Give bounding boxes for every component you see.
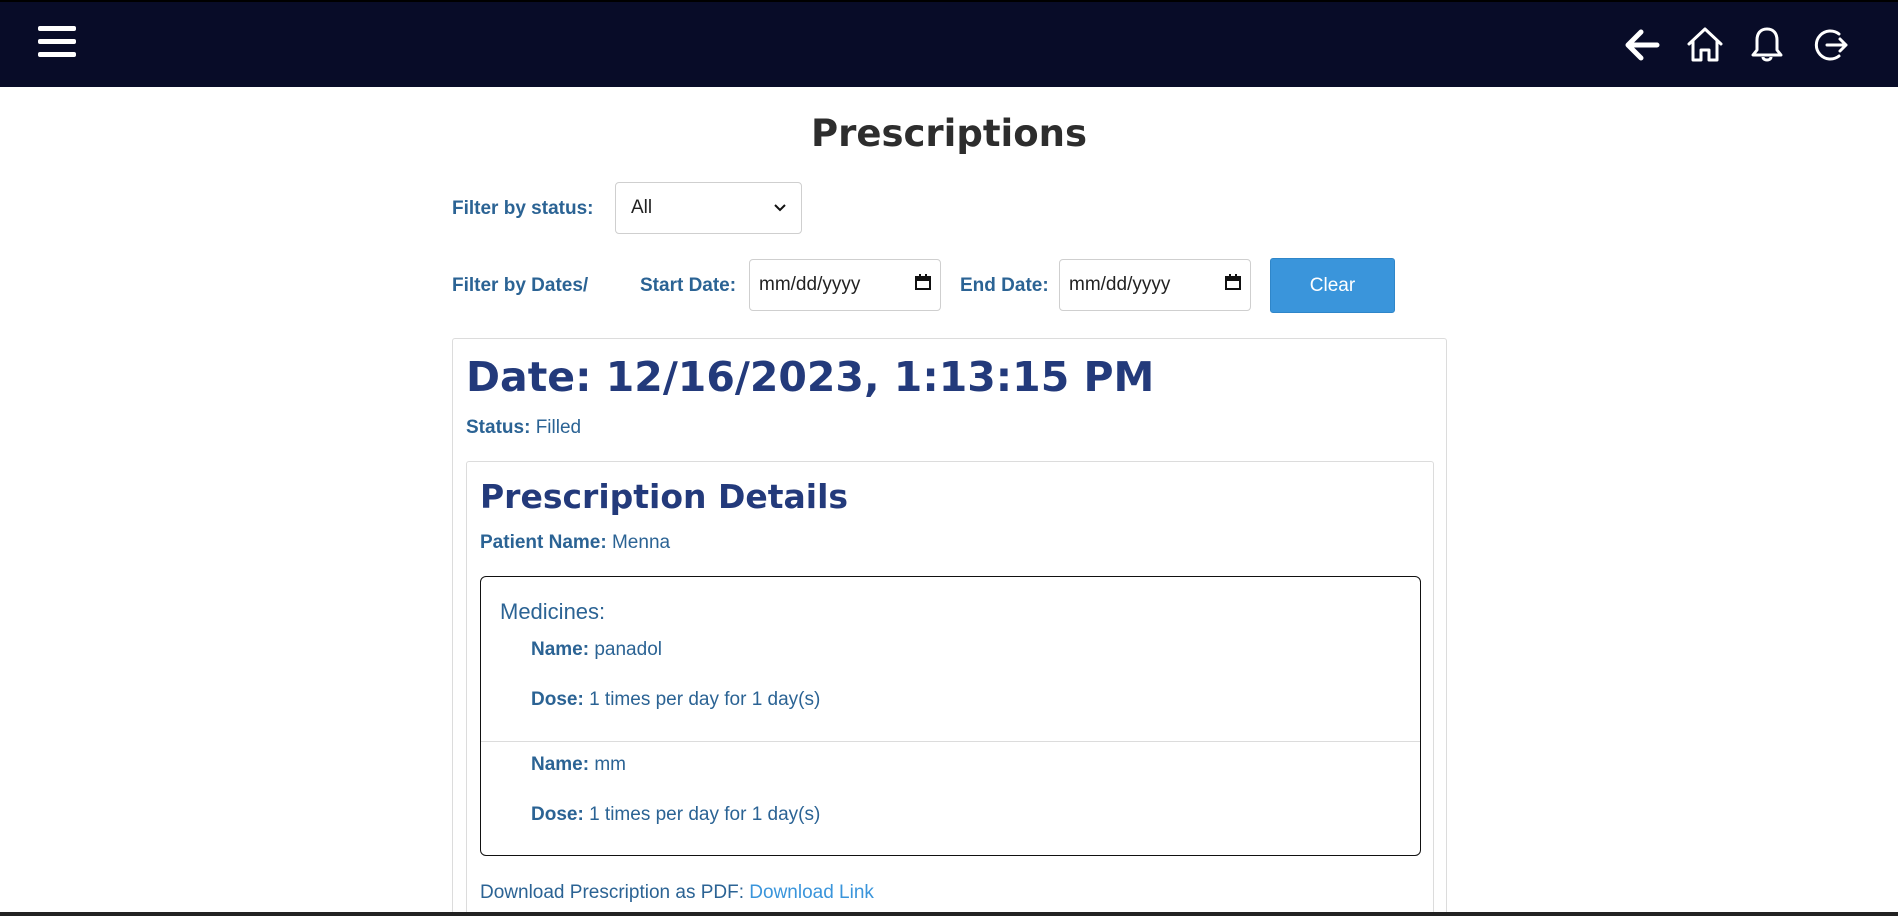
logout-icon[interactable] — [1809, 24, 1851, 66]
medicine-item: Name: mm Dose: 1 times per day for 1 day… — [481, 742, 1420, 855]
bell-icon[interactable] — [1746, 24, 1788, 66]
prescription-status: Status: Filled — [466, 417, 581, 439]
medicine-name-label: Name: — [531, 639, 590, 660]
start-date-input[interactable]: mm/dd/yyyy — [749, 259, 941, 311]
top-navbar — [0, 0, 1898, 87]
home-icon[interactable] — [1684, 24, 1726, 66]
status-value: Filled — [535, 417, 582, 438]
patient-name-value: Menna — [611, 532, 671, 553]
medicine-name: Name: mm — [531, 754, 626, 776]
hamburger-menu-icon[interactable] — [38, 26, 82, 64]
bottom-border — [0, 912, 1898, 916]
filter-dates-label: Filter by Dates/ — [452, 275, 589, 296]
calendar-icon[interactable] — [1225, 274, 1241, 296]
filter-status-label: Filter by status: — [452, 198, 594, 219]
prescription-details: Prescription Details Patient Name: Menna… — [466, 461, 1434, 916]
patient-name-label: Patient Name: — [480, 532, 607, 553]
medicine-name-label: Name: — [531, 754, 590, 775]
download-link[interactable]: Download Link — [749, 882, 874, 903]
download-section: Download Prescription as PDF: Download L… — [480, 882, 874, 904]
calendar-icon[interactable] — [915, 274, 931, 296]
chevron-down-icon — [774, 201, 786, 215]
status-filter-value: All — [631, 197, 653, 218]
end-date-value: mm/dd/yyyy — [1069, 274, 1171, 295]
prescription-card: Date: 12/16/2023, 1:13:15 PM Status: Fil… — [452, 338, 1447, 916]
medicine-name: Name: panadol — [531, 639, 662, 661]
download-text: Download Prescription as PDF: — [480, 882, 744, 903]
medicines-box: Medicines: Name: panadol Dose: 1 times p… — [480, 576, 1421, 856]
page-title: Prescriptions — [811, 112, 1087, 155]
end-date-label: End Date: — [960, 275, 1049, 296]
start-date-value: mm/dd/yyyy — [759, 274, 861, 295]
medicine-dose: Dose: 1 times per day for 1 day(s) — [531, 804, 820, 826]
medicine-dose-label: Dose: — [531, 689, 584, 710]
back-arrow-icon[interactable] — [1621, 24, 1663, 66]
medicines-title: Medicines: — [500, 599, 606, 624]
medicine-item: Medicines: Name: panadol Dose: 1 times p… — [481, 577, 1420, 742]
medicine-name-value: panadol — [594, 639, 662, 660]
end-date-input[interactable]: mm/dd/yyyy — [1059, 259, 1251, 311]
medicine-dose-value: 1 times per day for 1 day(s) — [589, 804, 821, 825]
details-title: Prescription Details — [480, 477, 849, 516]
prescription-date: Date: 12/16/2023, 1:13:15 PM — [466, 353, 1155, 401]
clear-button[interactable]: Clear — [1270, 258, 1395, 313]
medicine-dose-label: Dose: — [531, 804, 584, 825]
medicine-dose-value: 1 times per day for 1 day(s) — [589, 689, 821, 710]
patient-name: Patient Name: Menna — [480, 532, 670, 554]
status-label: Status: — [466, 417, 531, 438]
medicine-dose: Dose: 1 times per day for 1 day(s) — [531, 689, 820, 711]
medicine-name-value: mm — [594, 754, 627, 775]
status-filter-select[interactable]: All — [615, 182, 802, 234]
start-date-label: Start Date: — [640, 275, 737, 296]
